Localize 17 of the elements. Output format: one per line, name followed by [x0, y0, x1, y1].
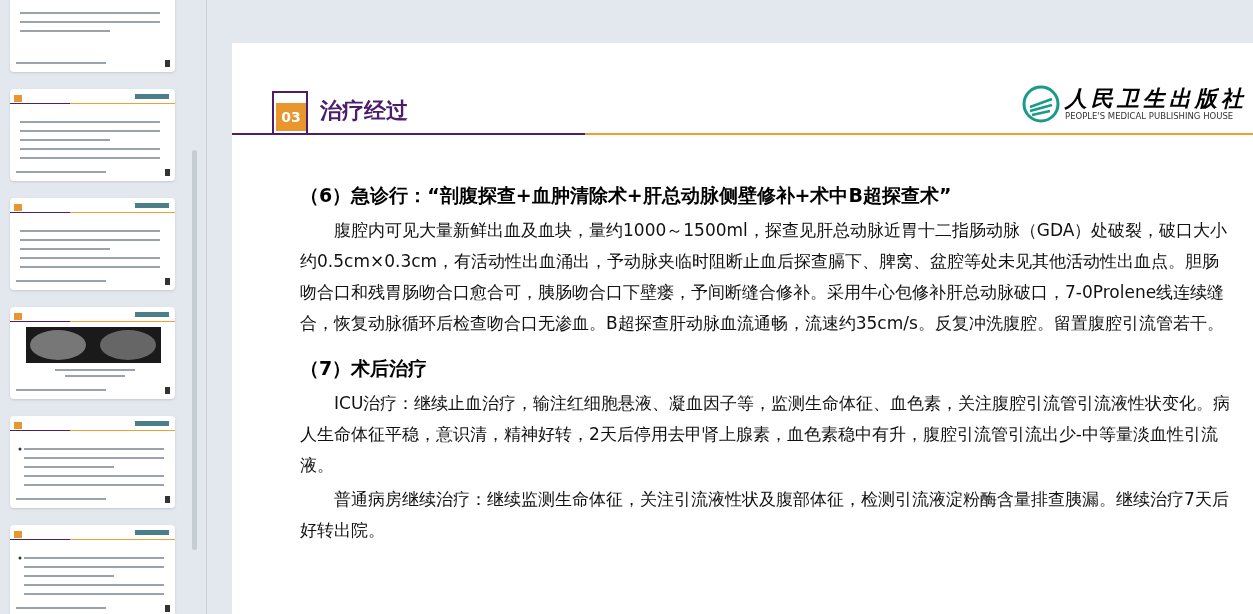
scrollbar[interactable]	[192, 150, 197, 550]
slide-thumbnail[interactable]	[10, 416, 175, 508]
slide-thumbnail[interactable]	[10, 0, 175, 72]
slide-thumbnail[interactable]	[10, 307, 175, 399]
publisher-name: 人民卫生出版社	[1065, 87, 1247, 110]
slide-thumbnail[interactable]	[10, 525, 175, 614]
publisher-logo-icon	[1022, 85, 1060, 123]
slide-thumbnail[interactable]	[10, 198, 175, 290]
slide-thumbnail[interactable]	[10, 89, 175, 181]
paragraph: 腹腔内可见大量新鲜出血及血块，量约1000～1500ml，探查见肝总动脉近胃十二指肠动脉（GDA）处破裂，破口大小约0.5cm×0.3cm，有活动性出血涌出，予动脉夹临时阻断止血后探查膈下、脾窝、盆腔等处未见其他活动性出血点。胆肠吻合口和残胃肠吻合口愈合可，胰肠吻合口下壁瘘，予间断缝合修补。采用牛心包修补肝总动脉破口，7-0Prolene线连续缝合，恢复动脉循环后检查吻合口无渗血。B超探查肝动脉血流通畅，流速约35cm/s。反复冲洗腹腔。留置腹腔引流管若干。	[300, 219, 1229, 335]
paragraph: ICU治疗：继续止血治疗，输注红细胞悬液、凝血因子等，监测生命体征、血色素，关注腹腔引流管引流液性状变化。病人生命体征平稳，意识清，精神好转，2天后停用去甲肾上腺素，血色素稳中有升，腹腔引流管引流出少-中等量淡血性引流液。	[300, 392, 1232, 477]
paragraph: 普通病房继续治疗：继续监测生命体征，关注引流液性状及腹部体征，检测引流液淀粉酶含量排查胰漏。继续治疗7天后好转出院。	[300, 488, 1230, 542]
publisher-name-english: PEOPLE'S MEDICAL PUBLISHING HOUSE	[1065, 112, 1235, 121]
section-heading: （7）术后治疗	[300, 356, 429, 381]
slide-title: 治疗经过	[320, 97, 408, 125]
section-heading: （6）急诊行：“剖腹探查+血肿清除术+肝总动脉侧壁修补+术中B超探查术”	[300, 183, 953, 208]
section-number-badge: 03	[272, 91, 308, 133]
